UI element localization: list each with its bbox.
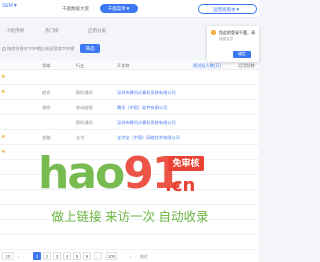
top-bar: SEM▼ 千鹿数据大盘 千鹿菜单▼ 运营商版本▼ [0,0,259,18]
cell-developer: 支付宝（中国）网络技术有限公司 [117,135,180,140]
watermark-logo: hao91 [38,148,182,199]
menu-dropdown[interactable]: 千鹿菜单▼ [100,4,138,13]
table-row[interactable]: ★ 综合 即时通讯 深圳市腾讯计算机系统有限公司 [0,85,259,100]
cell-industry: 休闲益智 [76,105,93,110]
col-industry[interactable]: 行业 [76,63,84,69]
table-row[interactable]: ★ [0,70,259,85]
cell-industry: 即时通讯 [76,90,93,95]
page-button[interactable]: 3 [53,252,61,260]
tab-category[interactable]: 应用分类 [88,28,106,34]
col-domain[interactable]: 领域 [42,63,50,69]
cell-domain: 金融 [42,135,51,140]
popup-message: 您此前登录千鹿，请 [219,30,255,35]
cell-developer: 腾讯（中国）软件有限公司 [117,105,168,110]
page-button[interactable]: 6 [83,252,91,260]
star-icon[interactable]: ★ [1,89,5,95]
notice-popup: ! 您此前登录千鹿，请 续费会员 确定 [207,26,259,62]
page-button[interactable]: 2 [43,252,51,260]
cell-domain: 综合 [42,90,51,95]
tab-mini-program[interactable]: 小程序榜 [6,28,24,34]
filter-option-operator[interactable]: 按运营商TOP榜 [40,46,74,52]
cell-developer: 深圳市腾讯计算机系统有限公司 [117,90,176,95]
cell-industry: 即时通讯 [76,120,93,125]
page-button[interactable]: 5 [73,252,81,260]
popup-sub-message: 续费会员 [219,37,234,41]
top-search-label[interactable]: 千鹿数据大盘 [62,6,89,12]
version-button[interactable]: 运营商版本▼ [198,4,257,14]
watermark-domain: .cn [165,175,196,196]
watermark-overlay: hao91 免审核 .cn 做上链接 来访一次 自动收录 [30,150,230,245]
prev-icon[interactable]: ‹ [18,254,19,259]
filter-button[interactable]: 筛选 [80,44,100,53]
col-weekly-active[interactable]: 周活跃人数(万) [193,63,221,69]
watermark-slogan: 做上链接 来访一次 自动收录 [51,210,209,224]
cell-industry: 支付 [76,135,85,140]
col-developer[interactable]: 开发商 [117,63,130,69]
watermark-badge: 免审核 [168,156,204,171]
version-button-label: 运营商版本▼ [213,7,240,12]
warning-icon: ! [211,30,216,35]
col-monthly-active[interactable]: 月活跃数 [238,63,255,69]
goto-label: 前往 [140,254,148,259]
star-icon[interactable]: ★ [1,134,5,140]
star-icon[interactable]: ★ [1,74,5,80]
table-row[interactable]: 即时通讯 深圳市腾讯计算机系统有限公司 [0,115,259,130]
tab-hot[interactable]: 热门榜 [45,28,59,34]
page-button[interactable]: 4 [63,252,71,260]
page-button[interactable]: 1 [33,252,41,260]
filter-option-overall[interactable]: 按综合排名TOP榜 [2,46,41,52]
page-button[interactable]: 100 [106,252,117,260]
radio-icon [2,46,6,51]
page-size-select[interactable]: 10 [2,252,14,260]
star-icon[interactable]: ★ [1,149,5,155]
table-row[interactable]: ★ 金融 支付 支付宝（中国）网络技术有限公司 [0,130,259,145]
table-row[interactable]: 游戏 休闲益智 腾讯（中国）软件有限公司 [0,100,259,115]
cell-developer: 深圳市腾讯计算机系统有限公司 [117,120,176,125]
radio-icon [40,46,44,51]
page-button[interactable]: ... [94,252,102,260]
next-icon[interactable]: › [130,254,131,259]
cell-domain: 游戏 [42,105,51,110]
brand-selector[interactable]: SEM▼ [2,3,18,9]
pagination: 10 ‹ 1 2 3 4 5 6... 100 › 前往 [0,250,259,262]
popup-ok-button[interactable]: 确定 [233,51,251,58]
